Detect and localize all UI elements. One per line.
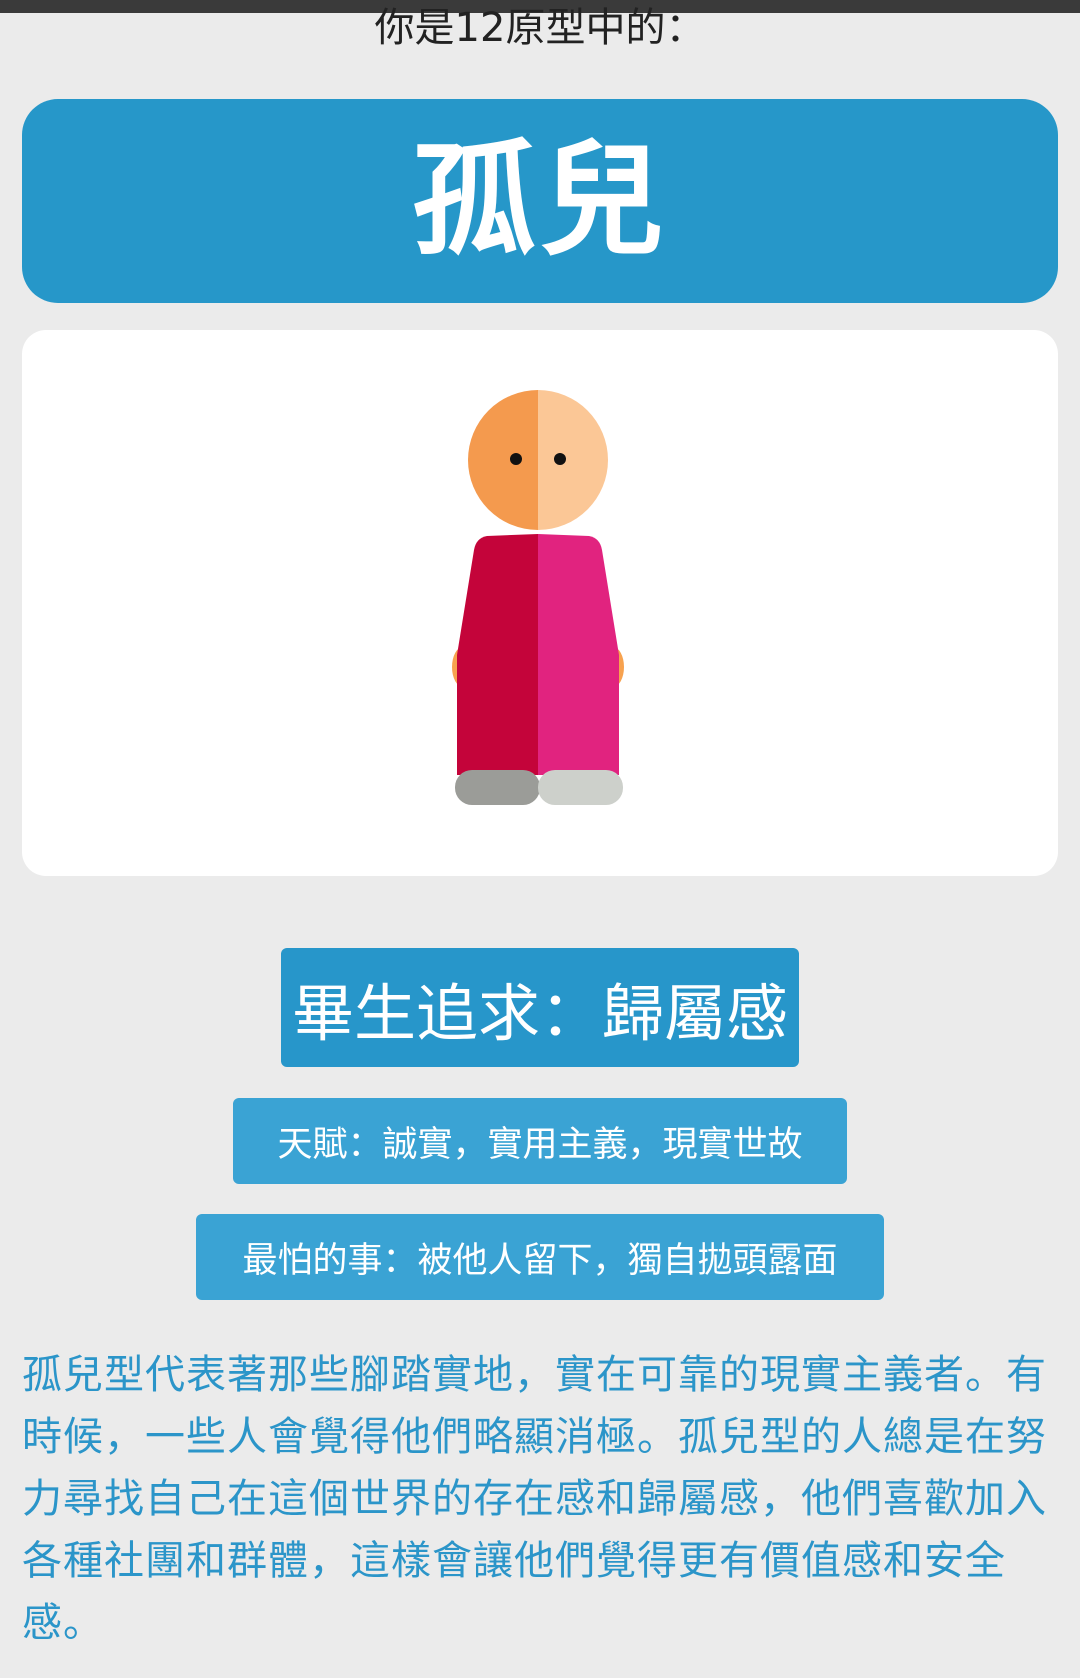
figure-left-shoe [455,770,540,805]
lifelong-pursuit-badge: 畢生追求：歸屬感 [281,948,799,1067]
intro-text: 你是12原型中的： [374,5,706,50]
archetype-description: 孤兒型代表著那些腳踏實地，實在可靠的現實主義者。有時候，一些人會覺得他們略顯消極… [22,1352,1047,1646]
figure-body [457,534,619,775]
orphan-figure-illustration [452,390,624,805]
biggest-fear-badge: 最怕的事：被他人留下，獨自拋頭露面 [196,1214,884,1300]
figure-right-shoe [538,770,623,805]
archetype-illustration-card [22,330,1058,876]
figure-head [468,390,608,530]
archetype-title-banner: 孤兒 [22,99,1058,303]
talent-badge: 天賦：誠實，實用主義，現實世故 [233,1098,847,1184]
archetype-name: 孤兒 [411,129,668,273]
